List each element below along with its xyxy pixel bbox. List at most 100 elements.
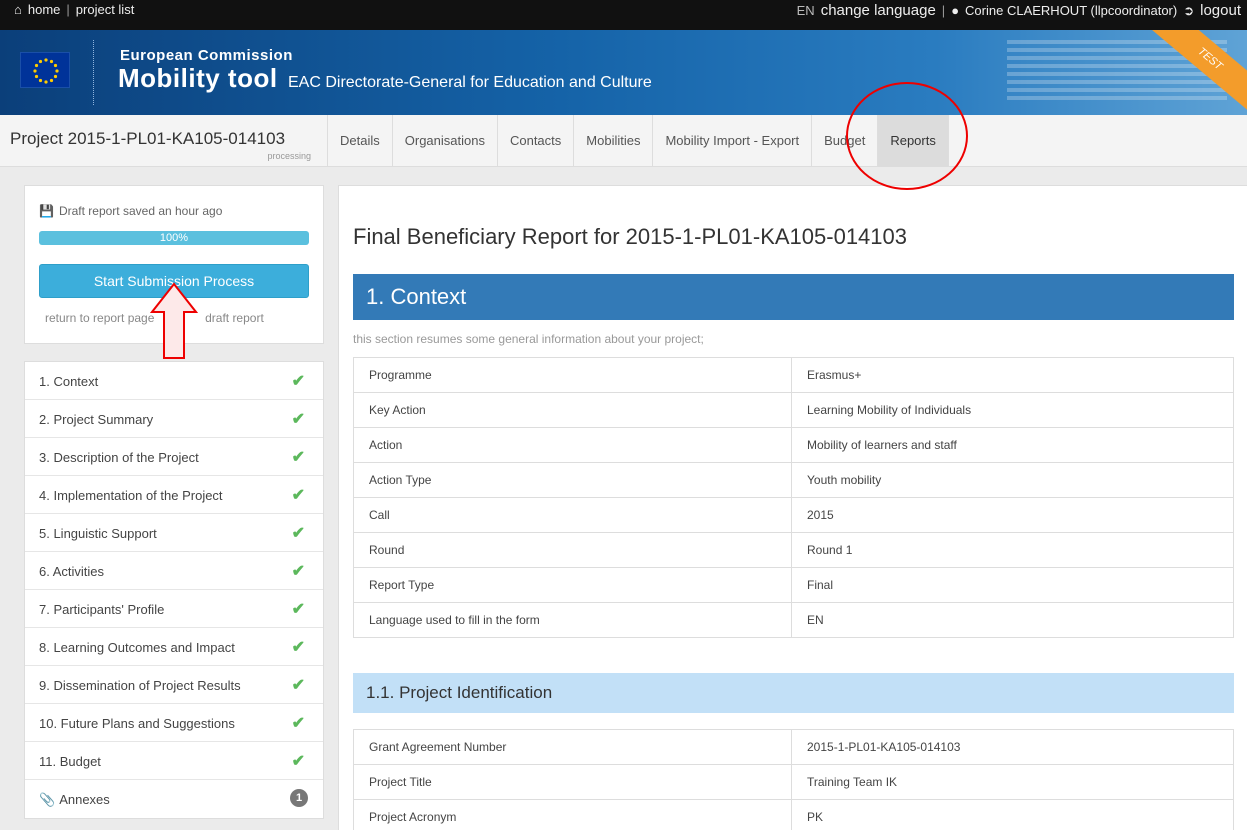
menu-item-linguistic-support[interactable]: 5. Linguistic Support ✔ — [25, 514, 323, 552]
table-value: 2015-1-PL01-KA105-014103 — [791, 729, 1234, 765]
return-to-report-link[interactable]: return to report page — [45, 311, 154, 325]
logout-icon[interactable]: ➲ — [1183, 3, 1194, 19]
table-row: Call 2015 — [353, 497, 1234, 533]
tab-organisations[interactable]: Organisations — [393, 115, 498, 167]
table-value: EN — [791, 602, 1234, 638]
context-table: Programme Erasmus+ Key Action Learning Mob… — [353, 357, 1234, 638]
top-bar: ⌂ home | project list EN change language… — [0, 0, 1247, 30]
menu-item-label: Annexes — [59, 792, 110, 807]
menu-item-label: 8. Learning Outcomes and Impact — [39, 640, 235, 655]
table-value: Mobility of learners and staff — [791, 427, 1234, 463]
user-icon: ● — [951, 3, 960, 18]
completion-progress-bar: 100% — [39, 231, 309, 245]
menu-item-dissemination[interactable]: 9. Dissemination of Project Results ✔ — [25, 666, 323, 704]
tab-mobility-import-export[interactable]: Mobility Import - Export — [653, 115, 813, 167]
table-key: Language used to fill in the form — [353, 602, 792, 638]
page-title: Final Beneficiary Report for 2015-1-PL01… — [353, 224, 907, 249]
table-key: Call — [353, 497, 792, 533]
menu-item-project-summary[interactable]: 2. Project Summary ✔ — [25, 400, 323, 438]
user-link[interactable]: Corine CLAERHOUT (llpcoordinator) — [965, 3, 1177, 18]
change-language-link[interactable]: change language — [821, 2, 936, 19]
table-key: Project Title — [353, 764, 792, 800]
table-value: 2015 — [791, 497, 1234, 533]
table-row: Round Round 1 — [353, 532, 1234, 568]
annexes-count-badge: 1 — [290, 789, 308, 807]
table-row: Report Type Final — [353, 567, 1234, 603]
menu-item-participants-profile[interactable]: 7. Participants' Profile ✔ — [25, 590, 323, 628]
table-row: Grant Agreement Number 2015-1-PL01-KA105-… — [353, 729, 1234, 765]
table-value: Youth mobility — [791, 462, 1234, 498]
table-row: Project Title Training Team IK — [353, 764, 1234, 800]
menu-item-label: 7. Participants' Profile — [39, 602, 165, 617]
logout-link[interactable]: logout — [1200, 2, 1241, 19]
table-row: Project Acronym PK — [353, 799, 1234, 830]
report-sections-menu: 1. Context ✔ 2. Project Summary ✔ 3. Descr… — [24, 361, 324, 819]
directorate-name: EAC Directorate-General for Education an… — [288, 74, 652, 91]
tab-mobilities[interactable]: Mobilities — [574, 115, 654, 167]
menu-item-label: 1. Context — [39, 374, 99, 389]
menu-item-label: 6. Activities — [39, 564, 105, 579]
check-icon: ✔ — [291, 525, 305, 542]
project-code: Project 2015-1-PL01-KA105-014103 — [10, 129, 286, 148]
menu-item-future-plans[interactable]: 10. Future Plans and Suggestions ✔ — [25, 704, 323, 742]
highlight-circle — [846, 82, 968, 190]
paperclip-icon: 📎 — [39, 792, 56, 807]
table-value: PK — [791, 799, 1234, 830]
table-key: Grant Agreement Number — [353, 729, 792, 765]
menu-item-description[interactable]: 3. Description of the Project ✔ — [25, 438, 323, 476]
save-icon: 💾 — [39, 204, 54, 218]
draft-report-link[interactable]: draft report — [205, 311, 264, 325]
app-header: European Commission Mobility tool EAC Di… — [0, 30, 1247, 115]
top-bar-separator: | — [66, 2, 70, 17]
report-content: Final Beneficiary Report for 2015-1-PL01… — [338, 185, 1247, 830]
top-bar-separator-2: | — [941, 3, 946, 18]
check-icon: ✔ — [291, 449, 305, 466]
menu-item-implementation[interactable]: 4. Implementation of the Project ✔ — [25, 476, 323, 514]
table-key: Programme — [353, 357, 792, 393]
menu-item-annexes[interactable]: 📎 Annexes 1 — [25, 780, 323, 818]
menu-item-label: 9. Dissemination of Project Results — [39, 678, 241, 693]
top-bar-left: ⌂ home | project list — [14, 2, 134, 17]
logo-divider — [93, 40, 94, 105]
check-icon: ✔ — [291, 753, 305, 770]
table-key: Action — [353, 427, 792, 463]
table-row: Language used to fill in the form EN — [353, 602, 1234, 638]
menu-item-learning-outcomes[interactable]: 8. Learning Outcomes and Impact ✔ — [25, 628, 323, 666]
check-icon: ✔ — [291, 639, 305, 656]
menu-item-label: 5. Linguistic Support — [39, 526, 157, 541]
menu-item-label: 10. Future Plans and Suggestions — [39, 716, 235, 731]
table-key: Key Action — [353, 392, 792, 428]
menu-item-label: 3. Description of the Project — [39, 450, 199, 465]
table-value: Final — [791, 567, 1234, 603]
project-nav: Project 2015-1-PL01-KA105-014103 process… — [0, 115, 1247, 167]
table-row: Key Action Learning Mobility of Individua… — [353, 392, 1234, 428]
identification-table: Grant Agreement Number 2015-1-PL01-KA105-… — [353, 729, 1234, 830]
table-row: Action Mobility of learners and staff — [353, 427, 1234, 463]
progress-fill: 100% — [39, 231, 309, 245]
check-icon: ✔ — [291, 411, 305, 428]
tab-details[interactable]: Details — [328, 115, 393, 167]
eu-flag-icon — [20, 52, 70, 88]
table-key: Project Acronym — [353, 799, 792, 830]
check-icon: ✔ — [291, 677, 305, 694]
table-value: Training Team IK — [791, 764, 1234, 800]
home-icon[interactable]: ⌂ — [14, 2, 22, 17]
table-key: Report Type — [353, 567, 792, 603]
annotation-arrow-icon — [150, 282, 198, 359]
menu-item-label: 11. Budget — [39, 754, 101, 769]
section-heading-context: 1. Context — [353, 274, 1234, 320]
menu-item-budget[interactable]: 11. Budget ✔ — [25, 742, 323, 780]
logo-app-name[interactable]: Mobility tool — [118, 63, 278, 94]
check-icon: ✔ — [291, 563, 305, 580]
menu-item-context[interactable]: 1. Context ✔ — [25, 362, 323, 400]
tab-contacts[interactable]: Contacts — [498, 115, 575, 167]
check-icon: ✔ — [291, 373, 305, 390]
draft-saved-text: Draft report saved an hour ago — [58, 204, 223, 218]
draft-saved-status: 💾 Draft report saved an hour ago — [39, 204, 222, 218]
menu-item-activities[interactable]: 6. Activities ✔ — [25, 552, 323, 590]
home-link[interactable]: home — [28, 2, 61, 17]
project-list-link[interactable]: project list — [76, 2, 135, 17]
section-description: this section resumes some general inform… — [353, 332, 704, 346]
check-icon: ✔ — [291, 601, 305, 618]
table-value: Round 1 — [791, 532, 1234, 568]
